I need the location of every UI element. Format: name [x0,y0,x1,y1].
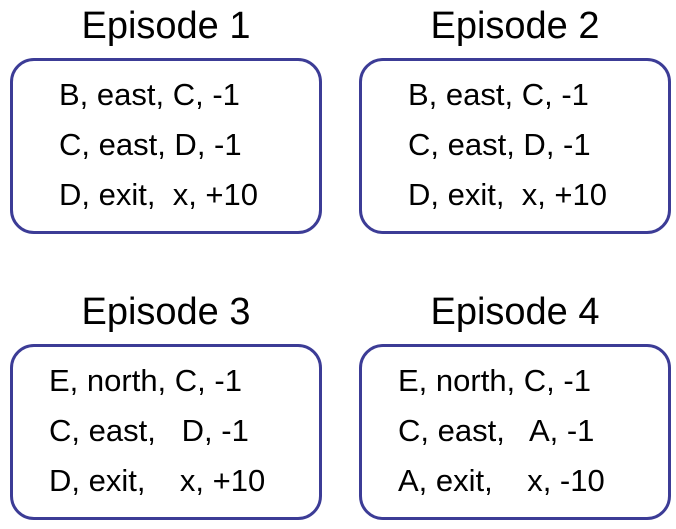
transition-line: C, east, A, -1 [398,413,595,448]
transition-line: A, exit, x, -10 [398,463,605,498]
episode-box: B, east, C, -1 C, east, D, -1 D, exit, x… [10,58,322,234]
transition-line: C, east, D, -1 [408,127,591,162]
transition-line: B, east, C, -1 [59,77,240,112]
episode-box: B, east, C, -1 C, east, D, -1 D, exit, x… [359,58,671,234]
episode-title: Episode 2 [430,5,600,47]
transition-line: C, east, D, -1 [49,413,249,448]
transition-line: D, exit, x, +10 [49,463,266,498]
episode-title: Episode 1 [81,5,251,47]
transition-line: E, north, C, -1 [49,363,242,398]
transition-line: D, exit, x, +10 [59,177,259,212]
episode-box: E, north, C, -1 C, east, A, -1 A, exit, … [359,344,671,520]
episode-box: E, north, C, -1 C, east, D, -1 D, exit, … [10,344,322,520]
transition-line: C, east, D, -1 [59,127,242,162]
transition-line: D, exit, x, +10 [408,177,608,212]
episode-title: Episode 4 [430,291,600,333]
episode-title: Episode 3 [81,291,251,333]
transition-line: E, north, C, -1 [398,363,591,398]
transition-line: B, east, C, -1 [408,77,589,112]
